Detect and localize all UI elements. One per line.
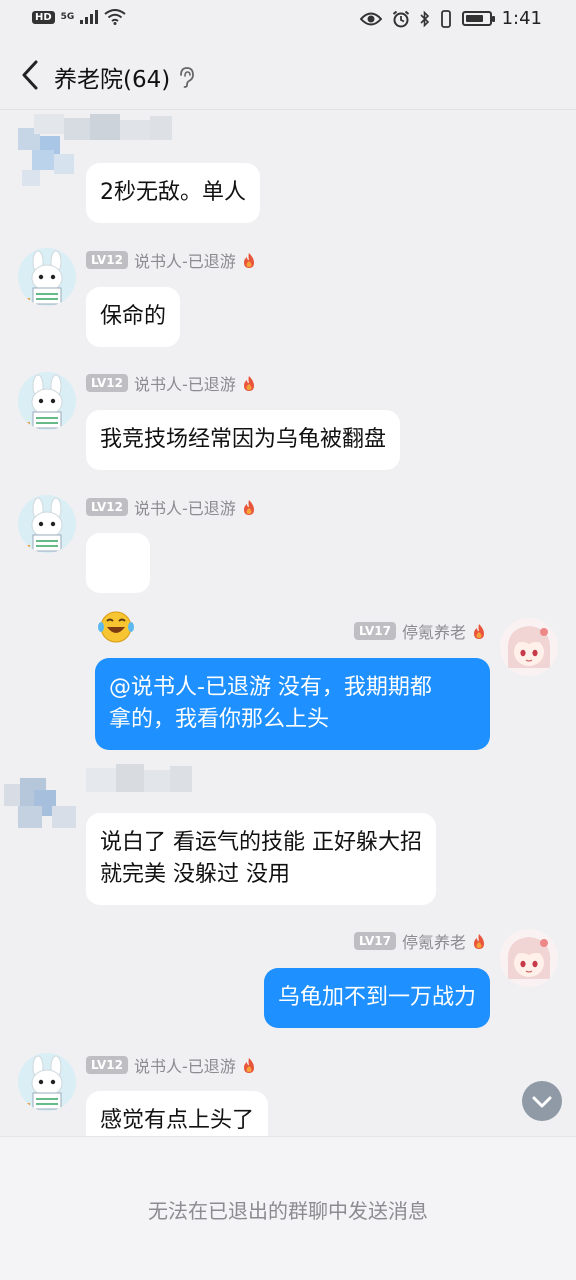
back-arrow-icon[interactable] <box>16 57 46 93</box>
alarm-icon <box>392 10 409 27</box>
flame-icon <box>243 1057 254 1073</box>
chat-screen: HD 5G 1:41 养老院(64) 2秒无敌。单人 LV12 说书人-已退游 … <box>0 0 576 1280</box>
eye-icon <box>359 12 382 25</box>
status-time: 1:41 <box>501 8 542 29</box>
exited-group-notice: 无法在已退出的群聊中发送消息 <box>148 1199 428 1223</box>
sender-name[interactable]: 说书人-已退游 <box>134 1053 236 1077</box>
flame-icon <box>243 252 254 268</box>
vibrate-icon <box>440 9 451 28</box>
level-badge: LV17 <box>354 932 396 950</box>
avatar[interactable] <box>18 495 76 553</box>
avatar[interactable] <box>18 372 76 430</box>
message-bubble[interactable]: @说书人-已退游 没有，我期期都 拿的，我看你那么上头 <box>95 658 490 750</box>
ear-icon[interactable] <box>176 65 196 89</box>
scroll-to-bottom-button[interactable] <box>522 1081 562 1121</box>
sender-name[interactable]: 停氪养老 <box>402 929 466 953</box>
level-badge: LV12 <box>86 251 128 269</box>
message-bubble[interactable]: 乌龟加不到一万战力 <box>263 968 490 1028</box>
chat-header: 养老院(64) <box>0 40 576 110</box>
hd-badge: HD <box>32 10 55 24</box>
chevron-down-icon <box>532 1096 552 1108</box>
message-bubble[interactable]: 2秒无敌。单人 <box>86 163 260 223</box>
flame-icon <box>474 933 484 949</box>
chat-title[interactable]: 养老院(64) <box>54 60 170 94</box>
emoji-bubble[interactable] <box>86 533 150 643</box>
level-badge: LV12 <box>86 1056 128 1074</box>
level-badge: LV17 <box>354 622 396 640</box>
sender-name-blurred <box>34 114 174 148</box>
message-bubble[interactable]: 保命的 <box>86 287 181 347</box>
sender-name[interactable]: 说书人-已退游 <box>134 495 236 519</box>
message-bubble[interactable]: 说白了 看运气的技能 正好躲大招 就完美 没躲过 没用 <box>86 813 436 905</box>
avatar[interactable] <box>18 1053 76 1111</box>
flame-icon <box>474 623 484 639</box>
battery-icon <box>461 11 495 26</box>
sender-name[interactable]: 停氪养老 <box>402 619 466 643</box>
wifi-icon <box>104 9 126 25</box>
sender-name[interactable]: 说书人-已退游 <box>134 371 236 395</box>
flame-icon <box>243 375 254 391</box>
network-type: 5G <box>60 11 75 22</box>
sender-name[interactable]: 说书人-已退游 <box>134 248 236 272</box>
signal-icon <box>80 10 99 24</box>
avatar[interactable] <box>500 618 558 676</box>
sender-name-blurred <box>86 762 194 800</box>
level-badge: LV12 <box>86 374 128 392</box>
laughing-tears-emoji <box>98 611 134 643</box>
flame-icon <box>243 499 254 515</box>
input-area-disabled: 无法在已退出的群聊中发送消息 <box>0 1136 576 1280</box>
level-badge: LV12 <box>86 498 128 516</box>
avatar[interactable] <box>500 929 558 987</box>
bluetooth-icon <box>420 10 429 27</box>
avatar <box>4 762 84 836</box>
avatar[interactable] <box>18 248 76 306</box>
message-bubble[interactable]: 我竞技场经常因为乌龟被翻盘 <box>86 410 401 470</box>
status-bar: HD 5G 1:41 <box>0 0 576 38</box>
